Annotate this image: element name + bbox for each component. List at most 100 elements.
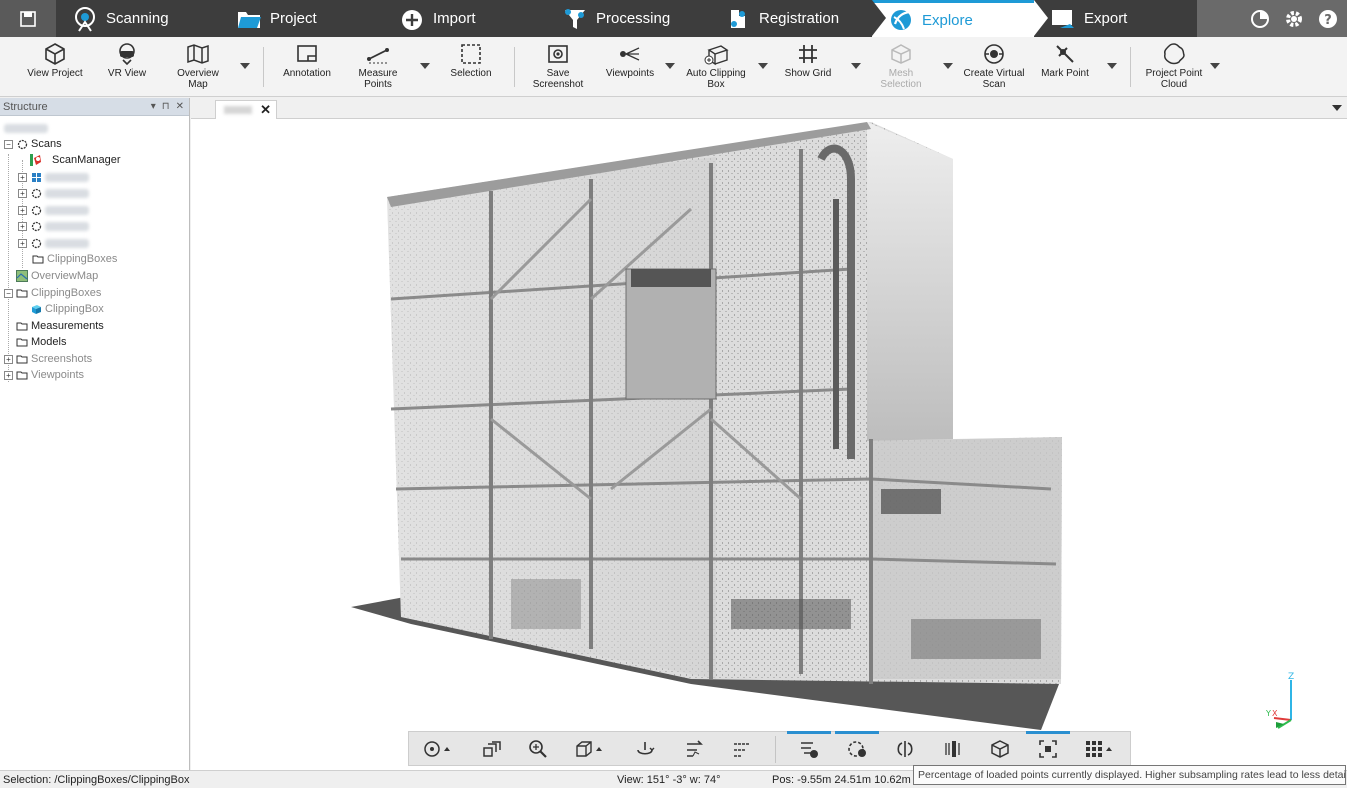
expand-icon[interactable]: + (18, 188, 27, 198)
tree-label-clippingboxes: ClippingBoxes (31, 287, 102, 299)
tab-import[interactable]: Import (383, 0, 560, 37)
measure-points-button[interactable]: Measure Points (350, 41, 406, 95)
auto-clipping-dropdown[interactable] (758, 63, 768, 69)
vr-headset-icon (114, 41, 140, 67)
boxes-icon (483, 741, 501, 757)
viewport-tab[interactable]: ✕ (215, 100, 277, 119)
overview-map-button[interactable]: Overview Map (168, 41, 228, 95)
collapse-icon[interactable]: − (4, 139, 13, 149)
viewport-tab-strip: ✕ (191, 98, 1347, 119)
fly-mode-button[interactable] (725, 735, 759, 763)
export-icon (1048, 4, 1078, 34)
expand-icon[interactable]: + (18, 205, 27, 215)
close-icon[interactable]: ✕ (176, 101, 184, 112)
tree-item-overviewmap[interactable]: OverviewMap (16, 268, 98, 284)
tree-label-measurements: Measurements (31, 320, 104, 332)
tree-label-overviewmap: OverviewMap (31, 270, 99, 282)
project-root[interactable] (4, 120, 48, 136)
tab-export[interactable]: Export (1034, 0, 1197, 37)
save-project-button[interactable] (0, 0, 56, 37)
tree-item-viewpoints[interactable]: + Viewpoints (4, 367, 84, 383)
point-size-button[interactable] (1081, 735, 1115, 763)
import-icon (397, 4, 427, 34)
overview-map-dropdown[interactable] (240, 63, 250, 69)
point-cloud-render[interactable] (191, 119, 1347, 770)
tree-item-screenshots[interactable]: + Screenshots (4, 351, 92, 367)
structure-title: Structure (3, 100, 48, 113)
tab-export-label: Export (1084, 10, 1128, 27)
mesh-selection-button[interactable]: Mesh Selection (874, 41, 928, 95)
tree-item-clippingbox[interactable]: ClippingBox (30, 301, 104, 317)
target-icon (423, 741, 440, 757)
tab-registration[interactable]: Registration (709, 0, 886, 37)
gear-icon[interactable] (1283, 8, 1305, 30)
view-project-button[interactable]: View Project (20, 41, 90, 95)
rotate-button[interactable] (628, 735, 662, 763)
navigation-toolbar (408, 731, 1131, 766)
expand-icon[interactable]: + (4, 354, 13, 364)
collapse-icon[interactable]: − (4, 288, 13, 298)
panel-menu-icon[interactable]: ▾ (151, 101, 156, 112)
zoom-extents-button[interactable] (475, 735, 509, 763)
pivot-mode-button[interactable] (419, 735, 453, 763)
tab-processing[interactable]: Processing (546, 0, 723, 37)
annotation-button[interactable]: Annotation (276, 41, 338, 95)
project-point-cloud-dropdown[interactable] (1210, 63, 1220, 69)
expand-icon[interactable]: + (4, 370, 13, 380)
tree-label-scans: Scans (31, 138, 62, 150)
selection-button[interactable]: Selection (444, 41, 498, 95)
tree-item-scan-5[interactable]: + (18, 235, 89, 251)
expand-icon[interactable]: + (18, 221, 27, 231)
tab-explore-label: Explore (922, 11, 973, 29)
tab-project[interactable]: Project (220, 0, 397, 37)
focus-button[interactable] (1026, 731, 1070, 763)
viewpoints-dropdown[interactable] (665, 63, 675, 69)
pin-icon[interactable]: ⊓ (162, 101, 170, 112)
mesh-dropdown[interactable] (943, 63, 953, 69)
split-view-button[interactable] (888, 735, 922, 763)
measure-dropdown[interactable] (420, 63, 430, 69)
3d-viewport[interactable]: Z Y X (191, 119, 1347, 770)
folder-outline-icon (16, 320, 28, 332)
viewpoints-button[interactable]: Viewpoints (600, 41, 660, 95)
close-tab-icon[interactable]: ✕ (260, 102, 271, 118)
tree-item-scan-clippingboxes[interactable]: ClippingBoxes (32, 251, 117, 267)
tree-item-scan-1[interactable]: + (18, 169, 89, 185)
vr-view-button[interactable]: VR View (100, 41, 154, 95)
expand-icon[interactable]: + (18, 172, 27, 182)
tree-item-measurements[interactable]: Measurements (16, 318, 104, 334)
clipping-toggle-button[interactable] (787, 731, 831, 763)
statistics-icon[interactable] (1249, 8, 1271, 30)
mark-point-button[interactable]: Mark Point (1036, 41, 1094, 95)
tree-item-models[interactable]: Models (16, 334, 66, 350)
zoom-button[interactable] (521, 735, 555, 763)
tree-item-scan-2[interactable]: + (18, 185, 89, 201)
expand-icon[interactable]: + (18, 238, 27, 248)
mark-point-dropdown[interactable] (1107, 63, 1117, 69)
show-grid-dropdown[interactable] (851, 63, 861, 69)
tree-label-clippingboxes-inner: ClippingBoxes (47, 253, 118, 265)
tabs-menu-icon[interactable] (1332, 105, 1342, 111)
box-view-button[interactable] (983, 735, 1017, 763)
view-cube-button[interactable] (571, 735, 605, 763)
show-grid-button[interactable]: Show Grid (780, 41, 836, 95)
save-screenshot-button[interactable]: Save Screenshot (528, 41, 588, 95)
help-icon[interactable]: ? (1317, 8, 1339, 30)
tree-item-scans[interactable]: − Scans (4, 136, 62, 152)
tree-item-scan-4[interactable]: + (18, 218, 89, 234)
scans-icon (16, 138, 28, 150)
project-point-cloud-button[interactable]: Project Point Cloud (1140, 41, 1208, 95)
tab-explore[interactable]: Explore (872, 0, 1048, 37)
section-view-button[interactable] (935, 735, 969, 763)
create-virtual-scan-button[interactable]: Create Virtual Scan (958, 41, 1030, 95)
walk-mode-button[interactable] (677, 735, 711, 763)
auto-clipping-box-button[interactable]: Auto Clipping Box (680, 41, 752, 95)
tree-item-clippingboxes[interactable]: − ClippingBoxes (4, 285, 101, 301)
tab-scanning[interactable]: Scanning (56, 0, 234, 37)
selection-icon (458, 41, 484, 67)
tree-item-scanmanager[interactable]: ScanManager (30, 152, 121, 168)
tree-item-scan-3[interactable]: + (18, 202, 89, 218)
tree-label-viewpoints: Viewpoints (31, 369, 84, 381)
subsampling-button[interactable] (835, 731, 879, 763)
tree-label-models: Models (31, 336, 67, 348)
